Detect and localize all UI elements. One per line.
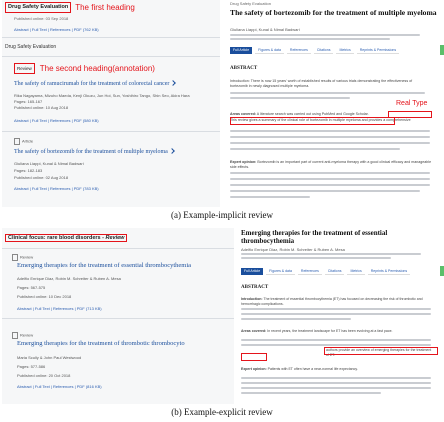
document-icon	[14, 138, 20, 145]
tab-references[interactable]: References	[286, 47, 311, 54]
review-phrase-box	[324, 347, 438, 355]
divider	[2, 248, 234, 249]
tab-citations[interactable]: Citations	[313, 47, 334, 54]
tab-metrics[interactable]: Metrics	[347, 268, 365, 275]
article-title-link[interactable]: Emerging therapies for the treatment of …	[17, 340, 185, 348]
article-links[interactable]: Abstract | Full Text | References | PDF …	[17, 384, 102, 389]
published-date: Published online: 03 Sep 2018	[14, 16, 69, 21]
article-authors: Maria Scully & John Paul Westwood	[17, 355, 82, 360]
review-phrase-box	[241, 353, 267, 361]
article-tabs: Full Article Figures & data References C…	[230, 47, 400, 54]
article-links[interactable]: Abstract | Full Text | References | PDF …	[14, 27, 99, 32]
figure-b-right-panel: Emerging therapies for the treatment of …	[238, 228, 444, 404]
abstract-introduction: Introduction: There is now 15 years' wor…	[230, 79, 413, 88]
journal-name: Drug Safety Evaluation	[230, 1, 271, 6]
tab-figures[interactable]: Figures & data	[266, 268, 295, 275]
article-type-label: Review	[12, 332, 33, 339]
first-heading-box: Drug Safety Evaluation	[5, 2, 72, 13]
tab-figures[interactable]: Figures & data	[255, 47, 284, 54]
tab-reprints[interactable]: Reprints & Permissions	[367, 268, 411, 275]
divider	[2, 37, 220, 38]
tab-references[interactable]: References	[297, 268, 322, 275]
tab-metrics[interactable]: Metrics	[336, 47, 354, 54]
article-authors: Giuliana Liappi, Kunal & Nimal Badwari	[230, 27, 300, 32]
document-icon	[12, 254, 18, 261]
article-title-link[interactable]: The safety of ramucirumab for the treatm…	[14, 80, 177, 88]
article-links[interactable]: Abstract | Full Text | References | PDF …	[14, 118, 99, 123]
article-title: The safety of bortezomib for the treatme…	[230, 8, 437, 17]
chevron-right-icon	[168, 148, 175, 154]
second-heading-annotation: The second heading(annotation)	[39, 64, 155, 73]
abstract-heading: ABSTRACT	[241, 285, 269, 290]
clinical-focus-heading-box: Clinical focus: rare blood disorders - R…	[5, 234, 128, 242]
article-pages: Pages: 182-183	[14, 168, 43, 173]
pdf-tab-strip[interactable]	[440, 266, 444, 276]
first-heading-annotation: The first heading	[75, 3, 135, 12]
figure-a-left-panel: Drug Safety Evaluation The first heading…	[2, 0, 220, 207]
article-type-label: Article	[14, 138, 33, 145]
review-phrase-box	[230, 117, 395, 125]
caption-b: (b) Example-explicit review	[171, 407, 273, 417]
abstract-expert-opinion: Expert opinion: Patients with ET often h…	[241, 367, 358, 371]
article-published: Published online: 10 Aug 2018	[14, 105, 69, 110]
article-title-link[interactable]: Emerging therapies for the treatment of …	[17, 262, 191, 270]
article-type-label: Review	[12, 254, 33, 261]
article-authors: Giuliana Liappi, Kunal & Nimal Badwari	[14, 161, 84, 166]
article-pages: Pages: 567-575	[17, 285, 46, 290]
caption-a: (a) Example-implicit review	[171, 210, 273, 220]
article-links[interactable]: Abstract | Full Text | References | PDF …	[17, 306, 102, 311]
article-authors: Adelfio Enrique Diaz, Robin M. Schreiter…	[17, 276, 121, 281]
article-pages: Pages: 577-586	[17, 364, 46, 369]
review-label-box: Review	[14, 63, 35, 74]
article-tabs: Full Article Figures & data References C…	[241, 268, 411, 275]
tab-full-article[interactable]: Full Article	[230, 47, 253, 54]
article-links[interactable]: Abstract | Full Text | References | PDF …	[14, 186, 99, 191]
abstract-introduction: Introduction: The treatment of essential…	[241, 297, 423, 306]
real-type-annotation: Real Type	[396, 100, 428, 107]
article-title-link[interactable]: The safety of bortezomib for the treatme…	[14, 148, 175, 156]
article-title: Emerging therapies for the treatment of …	[241, 229, 388, 245]
abstract-areas-covered: Areas covered: In recent years, the trea…	[241, 329, 393, 333]
article-authors: Rika Nagayama, Mizuho Maeda, Kenji Okuzu…	[14, 93, 190, 98]
divider	[2, 318, 234, 319]
abstract-expert-opinion: Expert opinion: Bortezomib is an importa…	[230, 160, 432, 169]
divider	[2, 56, 220, 57]
abstract-heading: ABSTRACT	[230, 66, 258, 71]
article-published: Published online: 20 Oct 2018	[17, 373, 71, 378]
section-heading: Drug Safety Evaluation	[5, 44, 57, 50]
divider	[2, 131, 220, 132]
figure-b-left-panel: Clinical focus: rare blood disorders - R…	[2, 228, 234, 404]
document-icon	[12, 332, 18, 339]
tab-reprints[interactable]: Reprints & Permissions	[356, 47, 400, 54]
article-published: Published online: 02 Aug 2018	[14, 175, 69, 180]
tab-full-article[interactable]: Full Article	[241, 268, 264, 275]
tab-citations[interactable]: Citations	[324, 268, 345, 275]
figure-a-right-panel: Drug Safety Evaluation The safety of bor…	[224, 0, 444, 207]
chevron-right-icon	[170, 80, 177, 86]
article-authors: Adelfio Enrique Diaz, Robin M. Schreiter…	[241, 247, 345, 252]
article-pages: Pages: 165-167	[14, 99, 43, 104]
article-published: Published online: 10 Dec 2018	[17, 294, 72, 299]
pdf-tab-strip[interactable]	[440, 45, 444, 55]
